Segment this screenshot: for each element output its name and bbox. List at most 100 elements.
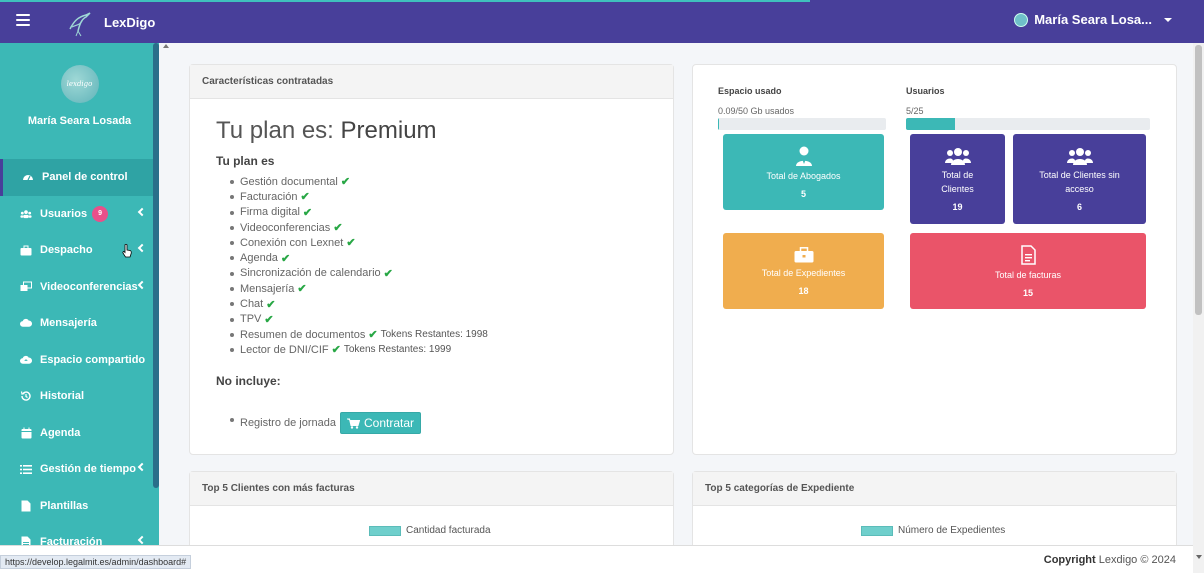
- contratar-label: Contratar: [364, 416, 415, 430]
- top-navbar: LexDigo María Seara Losa...: [0, 0, 1204, 43]
- list-item: Gestión documental ✔: [230, 174, 488, 189]
- sidebar-profile: lexdigo María Seara Losada: [0, 43, 159, 159]
- status-bar-url: https://develop.legalmit.es/admin/dashbo…: [0, 555, 192, 569]
- check-icon: ✔: [266, 298, 276, 311]
- sidebar-item-panel-de-control[interactable]: Panel de control: [0, 159, 159, 196]
- legend-swatch: [861, 525, 893, 536]
- list-item: Firma digital ✔: [230, 205, 488, 220]
- top-categorias-card: Top 5 categorías de Expediente Número de…: [692, 471, 1177, 551]
- space-used-label: Espacio usado: [718, 86, 782, 96]
- users-icon: [1066, 147, 1093, 165]
- scroll-down-arrow-icon[interactable]: [1196, 555, 1202, 559]
- sidebar-item-espacio-compartido[interactable]: Espacio compartido: [0, 342, 159, 379]
- sidebar-item-usuarios[interactable]: Usuarios 9: [0, 196, 159, 233]
- sidebar-item-label: Plantillas: [40, 499, 89, 512]
- top-clientes-header: Top 5 Clientes con más facturas: [190, 472, 673, 506]
- tile-total-facturas[interactable]: Total de facturas 15: [910, 233, 1146, 309]
- users-value: 5/25: [906, 106, 924, 116]
- user-menu[interactable]: María Seara Losa...: [1014, 12, 1172, 27]
- chart-legend[interactable]: Número de Expedientes: [861, 525, 1005, 536]
- chevron-left-icon: [137, 207, 147, 216]
- sidebar-item-agenda[interactable]: Agenda: [0, 415, 159, 452]
- users-progress-bar: [906, 118, 1150, 130]
- caret-down-icon: [1164, 17, 1172, 22]
- feature-label: Firma digital: [240, 206, 300, 219]
- copyright-label: Copyright: [1043, 554, 1096, 566]
- not-included-label: Registro de jornada: [240, 417, 337, 429]
- users-progress-fill: [906, 118, 955, 130]
- tile-value: 15: [1022, 287, 1033, 298]
- sidebar: lexdigo María Seara Losada Panel de cont…: [0, 43, 159, 545]
- list-item: Mensajería ✔: [230, 281, 488, 296]
- sidebar-item-label: Gestión de tiempo: [40, 463, 136, 476]
- sidebar-item-despacho[interactable]: Despacho: [0, 232, 159, 269]
- brand[interactable]: LexDigo: [64, 7, 155, 37]
- sidebar-item-facturacion[interactable]: Facturación: [0, 524, 159, 545]
- scroll-up-arrow-icon[interactable]: [163, 44, 169, 48]
- list-item: Facturación ✔: [230, 189, 488, 204]
- legend-label: Cantidad facturada: [406, 525, 491, 536]
- chevron-left-icon: [137, 280, 147, 289]
- tile-label-line1: Total de Clientes sin: [1039, 169, 1120, 180]
- feature-label: TPV: [240, 313, 262, 326]
- feature-label: Gestión documental: [240, 175, 338, 188]
- contratar-button[interactable]: Contratar: [340, 412, 422, 434]
- list-item: TPV ✔: [230, 312, 488, 327]
- sidebar-item-label: Panel de control: [42, 171, 128, 184]
- sidebar-item-historial[interactable]: Historial: [0, 378, 159, 415]
- tile-total-abogados[interactable]: Total de Abogados 5: [723, 134, 884, 210]
- sidebar-item-mensajeria[interactable]: Mensajería: [0, 305, 159, 342]
- sidebar-item-label: Videoconferencias: [40, 280, 138, 293]
- tile-value: 19: [952, 201, 963, 212]
- copyright: Copyright Lexdigo © 2024: [1044, 554, 1176, 566]
- tile-total-clientes[interactable]: Total de Clientes 19: [910, 134, 1005, 224]
- plan-card-header: Características contratadas: [190, 65, 673, 99]
- check-icon: ✔: [264, 313, 274, 326]
- tile-label: Total de Abogados: [766, 170, 841, 181]
- cart-icon: [347, 418, 361, 429]
- feature-label: Resumen de documentos: [240, 328, 366, 341]
- tile-total-expedientes[interactable]: Total de Expedientes 18: [723, 233, 884, 309]
- users-icon: [20, 208, 32, 220]
- legend-label: Número de Expedientes: [898, 525, 1006, 536]
- sidebar-item-videoconferencias[interactable]: Videoconferencias: [0, 269, 159, 306]
- notification-badge: 9: [92, 205, 109, 222]
- menu-toggle-icon[interactable]: [16, 14, 30, 26]
- tile-value: 5: [800, 188, 806, 199]
- feature-label: Lector de DNI/CIF: [240, 343, 329, 356]
- chevron-left-icon: [137, 462, 147, 472]
- sidebar-scrollbar[interactable]: [153, 43, 159, 488]
- check-icon: ✔: [383, 267, 393, 280]
- feature-label: Facturación: [240, 190, 298, 203]
- check-icon: ✔: [333, 222, 343, 235]
- tile-value: 6: [1076, 201, 1082, 212]
- sidebar-item-plantillas[interactable]: Plantillas: [0, 488, 159, 525]
- briefcase-icon: [794, 246, 813, 262]
- list-item: Resumen de documentos ✔ Tokens Restantes: …: [230, 327, 488, 342]
- sidebar-item-gestion-de-tiempo[interactable]: Gestión de tiempo: [0, 451, 159, 488]
- chart-legend[interactable]: Cantidad facturada: [369, 525, 491, 536]
- briefcase-icon: [20, 244, 32, 256]
- heron-logo-icon: [69, 12, 91, 37]
- cloud-icon: [20, 317, 32, 329]
- sidebar-item-label: Espacio compartido: [40, 353, 146, 366]
- avatar: [1014, 12, 1029, 27]
- file-icon: [20, 500, 32, 512]
- profile-name: María Seara Losada: [27, 115, 132, 127]
- user-name: María Seara Losa...: [1034, 12, 1152, 27]
- avatar: lexdigo: [60, 65, 99, 103]
- page-scrollbar[interactable]: [1193, 43, 1204, 573]
- check-icon: ✔: [300, 191, 310, 204]
- tile-clientes-sin-acceso[interactable]: Total de Clientes sin acceso 6: [1013, 134, 1146, 224]
- top-categorias-header: Top 5 categorías de Expediente: [693, 472, 1176, 506]
- list-item: Conexión con Lexnet ✔: [230, 235, 488, 250]
- check-icon: ✔: [297, 283, 307, 296]
- check-icon: ✔: [331, 344, 341, 357]
- scrollbar-thumb[interactable]: [1195, 45, 1202, 315]
- list-item: Agenda ✔: [230, 250, 488, 265]
- plan-name: Premium: [340, 117, 437, 144]
- copyright-text: Lexdigo © 2024: [1098, 554, 1176, 566]
- features-list: Gestión documental ✔ Facturación ✔ Firma d…: [230, 174, 488, 358]
- plan-title: Tu plan es: Premium: [216, 117, 437, 145]
- chevron-left-icon: [137, 243, 147, 253]
